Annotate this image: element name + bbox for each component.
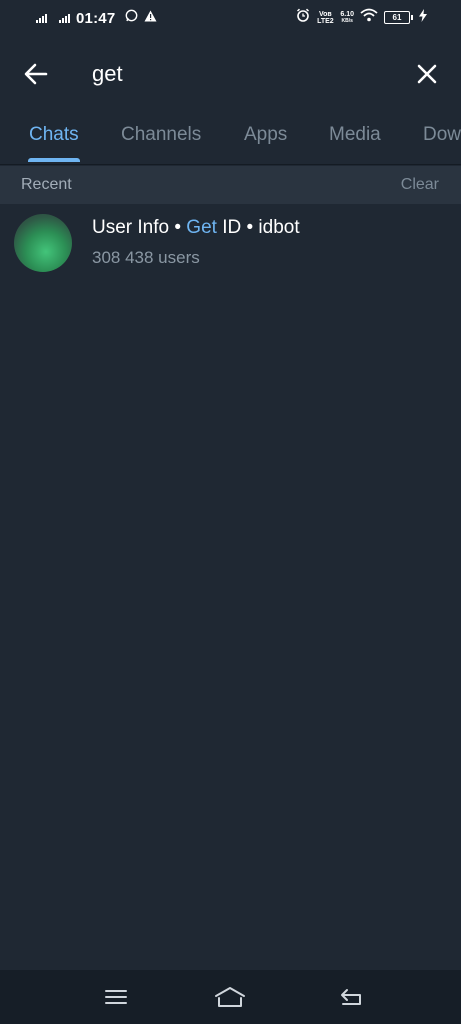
clear-recent-button[interactable]: Clear (401, 176, 439, 194)
result-subtitle: 308 438 users (92, 248, 200, 267)
result-title: User Info • Get ID • idbot (92, 217, 300, 239)
tab-downloads[interactable]: Dow (423, 124, 461, 146)
network-speed: 6.10 KB/s (340, 11, 354, 25)
search-result-row[interactable]: User Info • Get ID • idbot 308 438 users (0, 206, 461, 280)
battery-level: 61 (384, 11, 410, 24)
wifi-icon (360, 8, 378, 27)
warning-icon (144, 9, 157, 27)
network-speed-unit: KB/s (341, 17, 353, 24)
recent-section-header: Recent Clear (0, 166, 461, 204)
network-speed-value: 6.10 (340, 10, 354, 18)
status-bar: 01:47 Voʙ LTE2 6.10 KB/s 61 (0, 0, 461, 36)
nav-home-button[interactable] (210, 982, 250, 1012)
avatar (14, 214, 72, 272)
volte-indicator: Voʙ LTE2 (317, 10, 334, 25)
signal-icon (36, 13, 47, 23)
home-icon (215, 987, 245, 1007)
signal-icon-2 (59, 13, 70, 23)
tab-apps[interactable]: Apps (244, 124, 287, 146)
return-icon (341, 989, 361, 1005)
active-tab-indicator (28, 158, 80, 162)
clear-search-button[interactable] (407, 54, 447, 94)
search-toolbar (0, 40, 461, 106)
back-arrow-icon (24, 63, 48, 85)
alarm-icon (296, 8, 310, 27)
nav-back-button[interactable] (331, 982, 371, 1012)
status-time: 01:47 (76, 9, 116, 27)
whatsapp-icon (125, 9, 138, 27)
status-left: 01:47 (36, 9, 157, 27)
back-button[interactable] (16, 54, 56, 94)
status-right: Voʙ LTE2 6.10 KB/s 61 (296, 8, 427, 27)
search-input[interactable] (80, 56, 404, 92)
close-icon (417, 64, 437, 84)
tab-chats[interactable]: Chats (29, 124, 79, 146)
menu-icon (105, 990, 127, 1004)
tab-channels[interactable]: Channels (121, 124, 201, 146)
battery-icon: 61 (384, 11, 413, 24)
search-tabs: Chats Channels Apps Media Dow (0, 118, 461, 165)
tab-media[interactable]: Media (329, 124, 381, 146)
result-title-prefix: User Info • (92, 217, 187, 238)
system-nav-bar (0, 970, 461, 1024)
result-title-highlight: Get (186, 217, 217, 238)
charging-icon (419, 8, 427, 27)
recent-title: Recent (21, 176, 72, 193)
nav-menu-button[interactable] (96, 982, 136, 1012)
result-title-suffix: ID • idbot (216, 217, 300, 238)
